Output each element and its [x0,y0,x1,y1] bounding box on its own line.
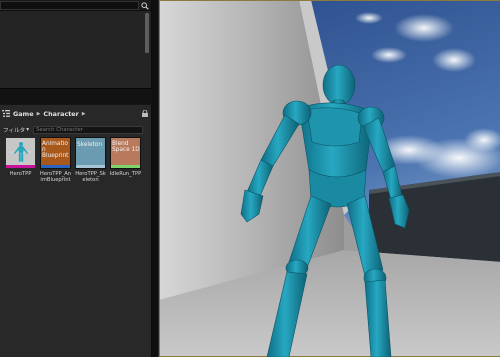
asset-thumbnail[interactable]: Skeleton [75,137,106,169]
asset-thumbnail[interactable] [5,137,36,169]
asset-anim-blueprint[interactable]: Animatio n Blueprint HeroTPP_An imBluepr… [39,137,72,183]
search-icon[interactable] [140,1,150,10]
asset-thumbnail[interactable]: Blend Space 1D [110,137,141,169]
chevron-down-icon: ▾ [26,127,30,133]
asset-hero-tpp[interactable]: HeroTPP [4,137,37,177]
asset-label: IdleRun_TPP [109,171,142,177]
breadcrumb-game[interactable]: Game [13,110,34,118]
asset-grid: HeroTPP Animatio n Blueprint HeroTPP_An … [4,137,149,185]
asset-search-input[interactable]: Search Character [33,126,143,134]
top-toolbar [0,0,152,11]
lock-icon[interactable] [141,109,149,117]
asset-thumbnail[interactable]: Animatio n Blueprint [40,137,71,169]
asset-label: HeroTPP [9,171,32,177]
asset-label: HeroTPP_Sk eleton [75,171,106,183]
panel-splitter[interactable] [0,88,152,104]
filter-dropdown[interactable]: フィルタ ▾ [3,126,33,134]
chevron-right-icon[interactable]: ▶ [37,111,41,117]
breadcrumb: Game ▶ Character ▶ [0,105,152,123]
level-viewport[interactable] [158,0,500,357]
asset-skeleton[interactable]: Skeleton HeroTPP_Sk eleton [74,137,107,183]
asset-type-label: Skeleton [77,142,103,148]
content-browser: Game ▶ Character ▶ フィルタ ▾ Search Charact… [0,105,152,357]
asset-blend-space[interactable]: Blend Space 1D IdleRun_TPP [109,137,142,177]
character-mesh-icon [10,140,31,164]
asset-type-label: Animatio n Blueprint [42,141,69,160]
top-search-field[interactable] [0,1,139,10]
asset-label: HeroTPP_An imBlueprint [39,171,72,183]
filter-row: フィルタ ▾ Search Character [0,124,152,136]
scrollbar[interactable] [145,13,149,53]
breadcrumb-character[interactable]: Character [43,110,78,118]
top-panel [0,0,152,88]
filter-label: フィルタ [3,128,26,134]
chevron-right-icon[interactable]: ▶ [82,111,86,117]
asset-type-label: Blend Space 1D [112,141,140,154]
folder-tree-icon[interactable] [2,109,10,119]
